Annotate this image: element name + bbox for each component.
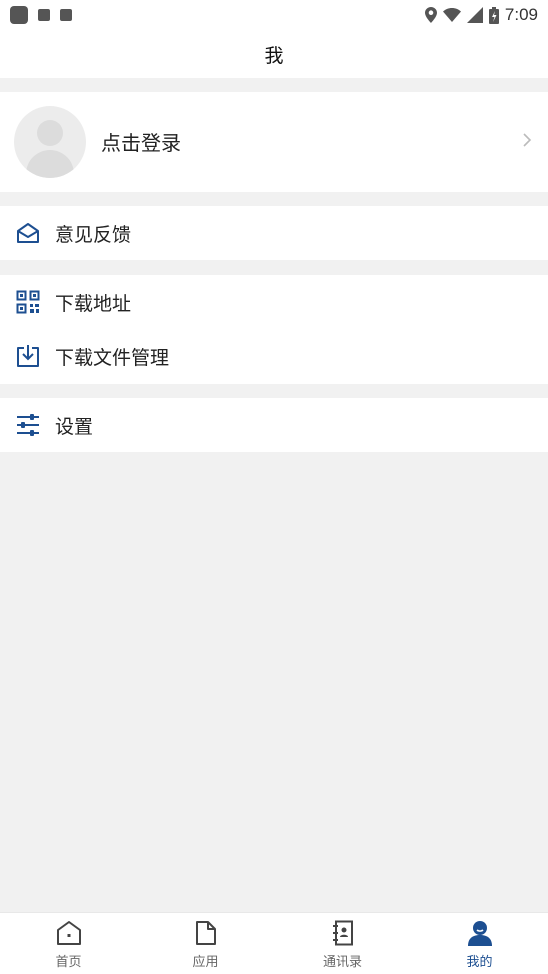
tab-apps[interactable]: 应用 [137, 913, 274, 974]
tab-home[interactable]: 首页 [0, 913, 137, 974]
sliders-icon [14, 411, 42, 439]
notification-icons [10, 6, 72, 24]
tab-label: 首页 [55, 955, 82, 970]
avatar-body [26, 150, 74, 178]
avatar-head [37, 120, 63, 146]
wifi-icon [442, 8, 461, 22]
status-bar: 7:09 [0, 0, 548, 30]
clock: 7:09 [504, 5, 538, 24]
font-notification-icon [60, 9, 72, 21]
home-icon [55, 919, 83, 947]
download-section: 下载地址 下载文件管理 [0, 275, 548, 384]
user-icon [466, 919, 494, 947]
message-notification-icon [38, 9, 50, 21]
menu-item-label: 下载文件管理 [55, 346, 170, 369]
battery-icon [488, 6, 499, 24]
menu-item-label: 意见反馈 [55, 223, 132, 246]
menu-item-download-file-manager[interactable]: 下载文件管理 [0, 329, 548, 383]
tab-mine[interactable]: 我的 [411, 913, 548, 974]
system-status: 7:09 [424, 5, 538, 25]
menu-item-feedback[interactable]: 意见反馈 [0, 206, 548, 260]
settings-section: 设置 [0, 398, 548, 452]
chevron-right-icon [523, 133, 532, 147]
header: 我 [0, 30, 548, 78]
bottom-tab-bar: 首页 应用 通讯录 我的 [0, 912, 548, 974]
feedback-section: 意见反馈 [0, 206, 548, 260]
document-icon [192, 919, 220, 947]
envelope-icon [14, 219, 42, 247]
login-card[interactable]: 点击登录 [0, 92, 548, 192]
login-label: 点击登录 [101, 131, 181, 155]
menu-item-label: 设置 [55, 415, 94, 438]
menu-item-download-address[interactable]: 下载地址 [0, 275, 548, 329]
page-title: 我 [264, 44, 284, 67]
tab-label: 通讯录 [322, 955, 362, 970]
app-notification-icon [10, 6, 28, 24]
menu-item-label: 下载地址 [55, 292, 132, 315]
contacts-icon [329, 919, 357, 947]
download-icon [14, 342, 42, 370]
signal-icon [466, 7, 483, 23]
tab-label: 应用 [192, 955, 219, 970]
tab-contacts[interactable]: 通讯录 [274, 913, 411, 974]
tab-label: 我的 [466, 955, 493, 970]
location-icon [424, 7, 437, 23]
qr-code-icon [14, 288, 42, 316]
menu-item-settings[interactable]: 设置 [0, 398, 548, 452]
avatar [14, 106, 86, 178]
